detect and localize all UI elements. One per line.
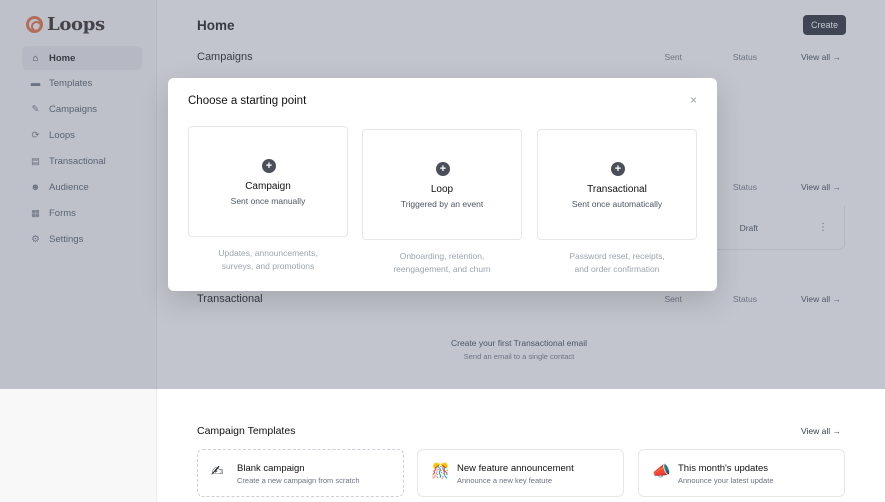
plus-icon: + [436, 162, 450, 176]
choice-transactional[interactable]: + Transactional Sent once automatically … [537, 129, 697, 275]
choice-card[interactable]: + Loop Triggered by an event [362, 129, 522, 240]
template-card-updates[interactable]: 📣 This month's updates Announce your lat… [638, 449, 845, 497]
choice-subtitle: Triggered by an event [400, 199, 484, 209]
choice-card[interactable]: + Transactional Sent once automatically [537, 129, 697, 240]
close-icon[interactable]: × [690, 93, 697, 107]
template-title: Blank campaign [237, 463, 305, 474]
modal-title: Choose a starting point [188, 95, 307, 107]
plus-icon: + [611, 162, 625, 176]
view-all-link[interactable]: View all → [801, 426, 841, 436]
choice-campaign[interactable]: + Campaign Sent once manually Updates, a… [188, 126, 348, 272]
choice-description-line: Password reset, receipts, [569, 251, 665, 261]
template-card-feature[interactable]: 🎊 New feature announcement Announce a ne… [417, 449, 624, 497]
choice-name: Transactional [587, 184, 647, 195]
campaign-templates-title: Campaign Templates [197, 425, 296, 437]
choice-name: Loop [430, 184, 454, 195]
choice-description-line: and order confirmation [574, 263, 660, 274]
choice-description: Password reset, receipts, and order conf… [537, 250, 697, 275]
choice-description: Onboarding, retention, reengagement, and… [362, 250, 522, 275]
template-description: Create a new campaign from scratch [237, 476, 360, 485]
writing-hand-icon: ✍ [211, 463, 224, 480]
megaphone-icon: 📣 [652, 463, 671, 480]
starting-point-modal: Choose a starting point × + Campaign Sen… [168, 78, 717, 291]
choice-description-line: Onboarding, retention, [399, 251, 485, 261]
choice-description-line: Updates, announcements, [218, 248, 318, 258]
party-popper-icon: 🎊 [431, 463, 450, 480]
choice-loop[interactable]: + Loop Triggered by an event Onboarding,… [362, 129, 522, 275]
choice-description-line: surveys, and promotions [221, 260, 315, 271]
template-title: New feature announcement [457, 463, 574, 474]
choice-subtitle: Sent once automatically [571, 199, 663, 209]
choice-description: Updates, announcements, surveys, and pro… [188, 247, 348, 272]
template-title: This month's updates [678, 463, 768, 474]
template-description: Announce a new key feature [457, 476, 553, 485]
choice-subtitle: Sent once manually [230, 196, 306, 206]
template-description: Announce your latest update [678, 476, 774, 485]
plus-icon: + [262, 159, 276, 173]
choice-card[interactable]: + Campaign Sent once manually [188, 126, 348, 237]
choice-name: Campaign [245, 181, 291, 192]
template-card-blank[interactable]: ✍ Blank campaign Create a new campaign f… [197, 449, 404, 497]
choice-description-line: reengagement, and churn [393, 263, 491, 274]
